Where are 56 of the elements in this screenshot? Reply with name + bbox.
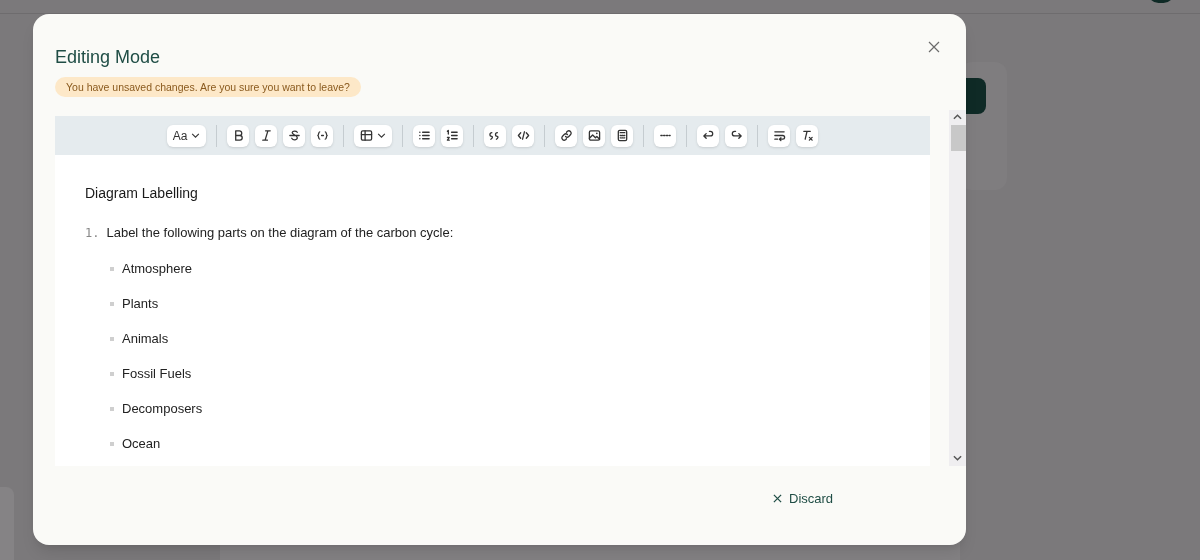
clear-format-button[interactable] <box>796 124 819 147</box>
link-icon <box>559 129 573 142</box>
code-icon <box>516 129 530 142</box>
italic-button[interactable] <box>255 124 278 147</box>
list-item-text: Ocean <box>122 434 161 453</box>
bullet <box>110 371 114 376</box>
list-item-text: Label the following parts on the diagram of the carbon cycle: <box>106 224 454 242</box>
text-style-dropdown[interactable]: Aa <box>166 124 207 147</box>
list-item-text: Atmosphere <box>122 259 193 278</box>
quote-button[interactable] <box>484 124 507 147</box>
dialog-title: Editing Mode <box>55 46 161 69</box>
image-icon <box>587 129 601 142</box>
scroll-up-icon[interactable] <box>953 114 962 120</box>
code-button[interactable] <box>512 124 535 147</box>
list-item-text: Decomposers <box>122 399 203 418</box>
text-wrap-button[interactable] <box>768 124 791 147</box>
calculator-icon <box>615 129 629 142</box>
numbered-list-icon <box>445 129 459 142</box>
bold-button[interactable] <box>227 124 250 147</box>
redo-icon <box>729 129 743 142</box>
bullet <box>110 266 114 271</box>
bullet <box>110 336 114 341</box>
bullet-list-icon <box>417 129 431 142</box>
bullet-list-button[interactable] <box>413 124 436 147</box>
strikethrough-button[interactable] <box>283 124 306 147</box>
list-item-text: Animals <box>122 329 169 348</box>
code-button[interactable] <box>311 124 334 147</box>
text-wrap-icon <box>772 129 786 142</box>
list-item-text: Plants <box>122 294 159 313</box>
table-dropdown[interactable] <box>354 124 393 147</box>
numbered-list-button[interactable] <box>441 124 464 147</box>
close-icon[interactable] <box>928 41 940 53</box>
code-icon <box>315 129 329 142</box>
table-icon <box>360 129 374 142</box>
calculator-button[interactable] <box>611 124 634 147</box>
quote-icon <box>488 129 502 142</box>
discard-button[interactable]: Discard <box>773 489 834 509</box>
scrollbar[interactable] <box>949 110 966 466</box>
bullet <box>110 406 114 411</box>
bullet <box>110 441 114 446</box>
scroll-down-icon[interactable] <box>953 455 962 461</box>
link-button[interactable] <box>555 124 578 147</box>
strikethrough-icon <box>287 129 301 142</box>
document-heading: Diagram Labelling <box>85 184 198 203</box>
undo-icon <box>701 129 715 142</box>
close-icon <box>773 494 782 504</box>
clear-format-icon <box>800 129 814 142</box>
redo-button[interactable] <box>725 124 748 147</box>
italic-icon <box>259 129 273 142</box>
scrollbar-thumb[interactable] <box>951 125 966 151</box>
bullet <box>110 301 114 306</box>
warning-badge: You have unsaved changes. Are you sure you want to leave? <box>55 77 361 97</box>
image-button[interactable] <box>583 124 606 147</box>
list-number: 1. <box>85 225 100 242</box>
undo-button[interactable] <box>697 124 720 147</box>
list-item-text: Fossil Fuels <box>122 364 192 383</box>
